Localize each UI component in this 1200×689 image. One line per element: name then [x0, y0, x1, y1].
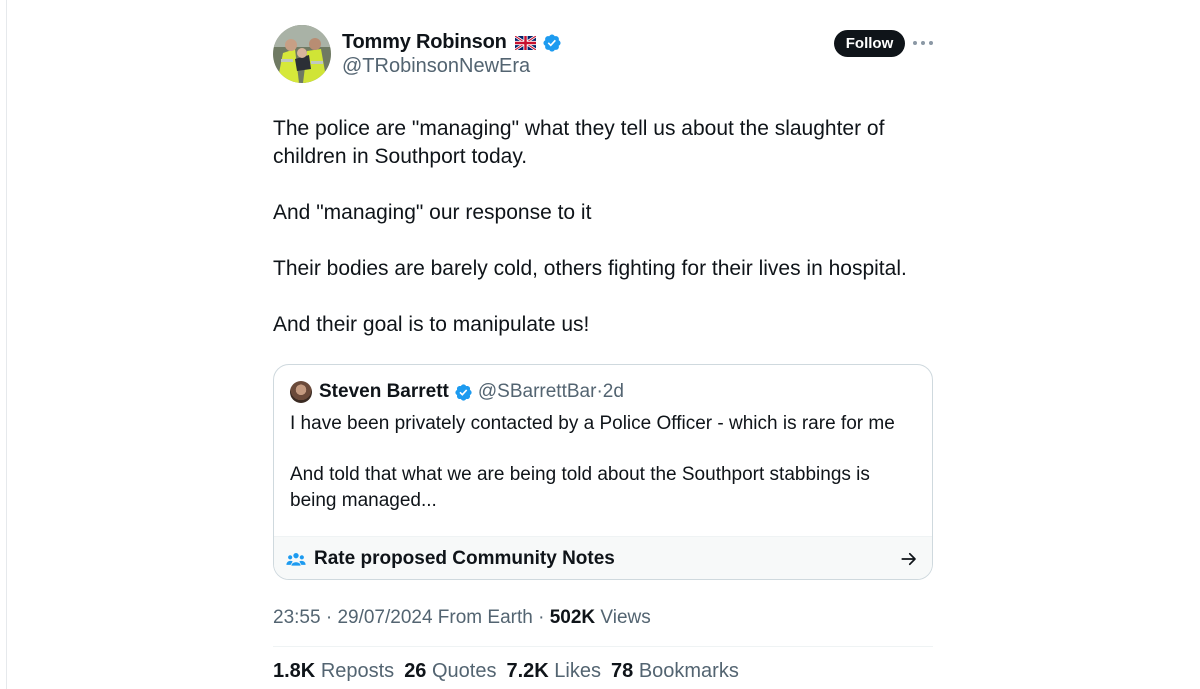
bookmarks-count: 78: [611, 660, 634, 682]
quote-author-avatar[interactable]: [290, 381, 312, 403]
author-name-row[interactable]: Tommy Robinson: [342, 31, 562, 54]
quote-timestamp[interactable]: 2d: [603, 381, 624, 403]
likes-stat[interactable]: 7.2K Likes: [506, 660, 601, 683]
tweet-paragraph: The police are "managing" what they tell…: [273, 117, 885, 168]
quote-author-handle[interactable]: @SBarrettBar: [478, 381, 597, 403]
tweet-paragraph: And their goal is to manipulate us!: [273, 313, 590, 336]
author-name[interactable]: Tommy Robinson: [342, 31, 507, 54]
likes-label: Likes: [554, 660, 601, 682]
quote-author-name[interactable]: Steven Barrett: [319, 381, 449, 403]
author-avatar[interactable]: [273, 25, 331, 83]
quote-paragraph: And told that what we are being told abo…: [290, 464, 870, 511]
bookmarks-stat[interactable]: 78 Bookmarks: [611, 660, 739, 683]
reposts-label: Reposts: [320, 660, 395, 682]
uk-flag-icon: [514, 35, 536, 50]
tweet-paragraph: And "managing" our response to it: [273, 201, 592, 224]
bookmarks-label: Bookmarks: [638, 660, 739, 682]
views-label: Views: [595, 607, 651, 628]
page-divider: [6, 0, 7, 689]
tweet-paragraph: Their bodies are barely cold, others fig…: [273, 257, 907, 280]
stats-divider: [273, 646, 933, 647]
tweet: Tommy Robinson @TRobinsonNewEra Follow T…: [273, 0, 933, 689]
follow-button[interactable]: Follow: [834, 30, 905, 57]
reposts-count: 1.8K: [273, 660, 316, 682]
quotes-stat[interactable]: 26 Quotes: [404, 660, 496, 683]
quote-header: Steven Barrett @SBarrettBar · 2d: [290, 381, 624, 403]
verified-badge-icon: [543, 33, 561, 52]
community-notes-bar[interactable]: Rate proposed Community Notes: [274, 536, 932, 579]
arrow-right-icon[interactable]: [900, 550, 918, 568]
meta-separator: ·: [320, 607, 338, 628]
verified-badge-icon: [455, 383, 472, 401]
quote-paragraph: I have been privately contacted by a Pol…: [290, 413, 895, 434]
views-count: 502K: [549, 607, 596, 628]
reposts-stat[interactable]: 1.8K Reposts: [273, 660, 394, 683]
tweet-source: From Earth: [432, 607, 533, 628]
quoted-tweet-card[interactable]: Steven Barrett @SBarrettBar · 2d I have be…: [273, 364, 933, 580]
quotes-count: 26: [404, 660, 427, 682]
quote-text: I have been privately contacted by a Pol…: [290, 411, 920, 539]
quotes-label: Quotes: [432, 660, 497, 682]
meta-separator: ·: [532, 607, 550, 628]
community-notes-label[interactable]: Rate proposed Community Notes: [314, 548, 615, 570]
tweet-date[interactable]: 29/07/2024: [337, 607, 432, 628]
more-icon[interactable]: [913, 36, 933, 50]
tweet-meta: 23:55 · 29/07/2024 From Earth · 502K Vie…: [273, 607, 651, 629]
likes-count: 7.2K: [506, 660, 549, 682]
author-handle[interactable]: @TRobinsonNewEra: [342, 55, 530, 78]
community-notes-icon: [286, 553, 306, 566]
tweet-text: The police are "managing" what they tell…: [273, 115, 933, 367]
tweet-time[interactable]: 23:55: [273, 607, 321, 628]
engagement-stats: 1.8K Reposts 26 Quotes 7.2K Likes 78 Boo…: [273, 660, 739, 683]
